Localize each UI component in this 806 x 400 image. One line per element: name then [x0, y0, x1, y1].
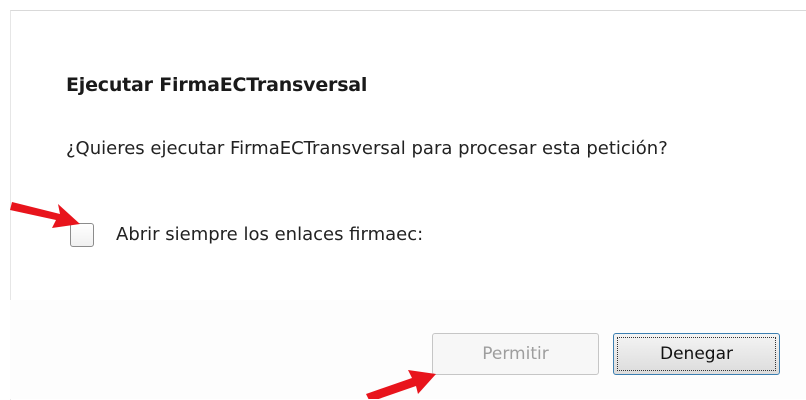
- red-arrow-icon: [366, 370, 436, 399]
- red-arrow-icon: [10, 202, 80, 228]
- dialog-title: Ejecutar FirmaECTransversal: [66, 74, 368, 96]
- deny-button[interactable]: Denegar: [613, 333, 780, 375]
- dialog-message: ¿Quieres ejecutar FirmaECTransversal par…: [66, 138, 668, 159]
- deny-button-label: Denegar: [660, 344, 733, 364]
- always-open-label[interactable]: Abrir siempre los enlaces firmaec:: [116, 223, 423, 247]
- permit-button[interactable]: Permitir: [432, 333, 599, 375]
